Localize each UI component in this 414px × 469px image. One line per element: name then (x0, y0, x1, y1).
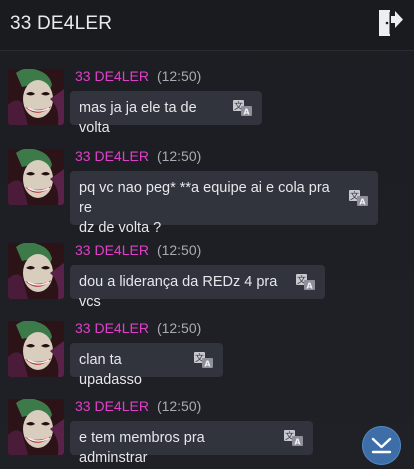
chat-header: 33 DE4LER (0, 0, 414, 51)
svg-text:A: A (306, 282, 313, 291)
message-meta: 33 DE4LER (12:50) (75, 242, 201, 258)
exit-door-icon (379, 10, 403, 36)
translate-button[interactable]: 文 A (348, 189, 370, 207)
message-bubble: dou a liderança da REDz 4 pra vcs 文 A (70, 265, 325, 310)
translate-icon: 文 A (349, 190, 368, 207)
message-time: (12:50) (156, 148, 202, 164)
message-time: (12:50) (156, 320, 202, 336)
sender-name[interactable]: 33 DE4LER (75, 68, 149, 84)
message-meta: 33 DE4LER (12:50) (75, 68, 201, 84)
message-meta: 33 DE4LER (12:50) (75, 398, 201, 414)
translate-icon: 文 A (296, 274, 315, 291)
svg-text:A: A (359, 198, 366, 207)
joker-avatar-icon (8, 69, 64, 125)
sender-name[interactable]: 33 DE4LER (75, 320, 149, 336)
svg-text:A: A (294, 438, 301, 447)
message-text: dou a liderança da REDz 4 pra vcs (79, 274, 278, 310)
message-bubble: pq vc nao peg* **a equipe ai e cola pra … (70, 171, 378, 236)
message-text: clan ta upadasso (79, 352, 142, 388)
translate-button[interactable]: 文 A (295, 273, 317, 291)
translate-icon: 文 A (233, 100, 252, 117)
chat-title: 33 DE4LER (10, 13, 113, 34)
message-text: e tem membros pra adminstrar (79, 430, 205, 466)
message-text-line: pq vc nao peg* **a equipe ai e cola pra … (79, 180, 330, 216)
message-time: (12:50) (156, 398, 202, 414)
message-bubble: clan ta upadasso 文 A (70, 343, 223, 388)
message-meta: 33 DE4LER (12:50) (75, 320, 201, 336)
avatar[interactable] (8, 399, 64, 455)
svg-text:A: A (204, 360, 211, 369)
translate-icon: 文 A (284, 430, 303, 447)
message-bubble: mas ja ja ele ta de volta 文 A (70, 91, 262, 136)
chevron-down-icon (371, 437, 392, 454)
sender-name[interactable]: 33 DE4LER (75, 148, 149, 164)
message-time: (12:50) (156, 68, 202, 84)
scroll-to-bottom-button[interactable] (362, 426, 401, 465)
joker-avatar-icon (8, 399, 64, 455)
joker-avatar-icon (8, 243, 64, 299)
exit-button[interactable] (376, 8, 404, 38)
sender-name[interactable]: 33 DE4LER (75, 398, 149, 414)
joker-avatar-icon (8, 149, 64, 205)
translate-button[interactable]: 文 A (193, 351, 215, 369)
avatar[interactable] (8, 149, 64, 205)
message-time: (12:50) (156, 242, 202, 258)
avatar[interactable] (8, 69, 64, 125)
avatar[interactable] (8, 243, 64, 299)
sender-name[interactable]: 33 DE4LER (75, 242, 149, 258)
message-list[interactable]: 33 DE4LER (12:50) mas ja ja ele ta de vol… (0, 50, 414, 469)
chat-window: 33 DE4LER 33 DE4LER (12:50) mas ja ja el… (0, 0, 414, 469)
message-text-line: dz de volta ? (79, 220, 162, 236)
translate-button[interactable]: 文 A (232, 99, 254, 117)
translate-button[interactable]: 文 A (283, 429, 305, 447)
avatar[interactable] (8, 321, 64, 377)
svg-text:A: A (243, 108, 250, 117)
message-bubble: e tem membros pra adminstrar 文 A (70, 421, 313, 466)
message-meta: 33 DE4LER (12:50) (75, 148, 201, 164)
message-text: mas ja ja ele ta de volta (79, 100, 197, 136)
joker-avatar-icon (8, 321, 64, 377)
translate-icon: 文 A (194, 352, 213, 369)
